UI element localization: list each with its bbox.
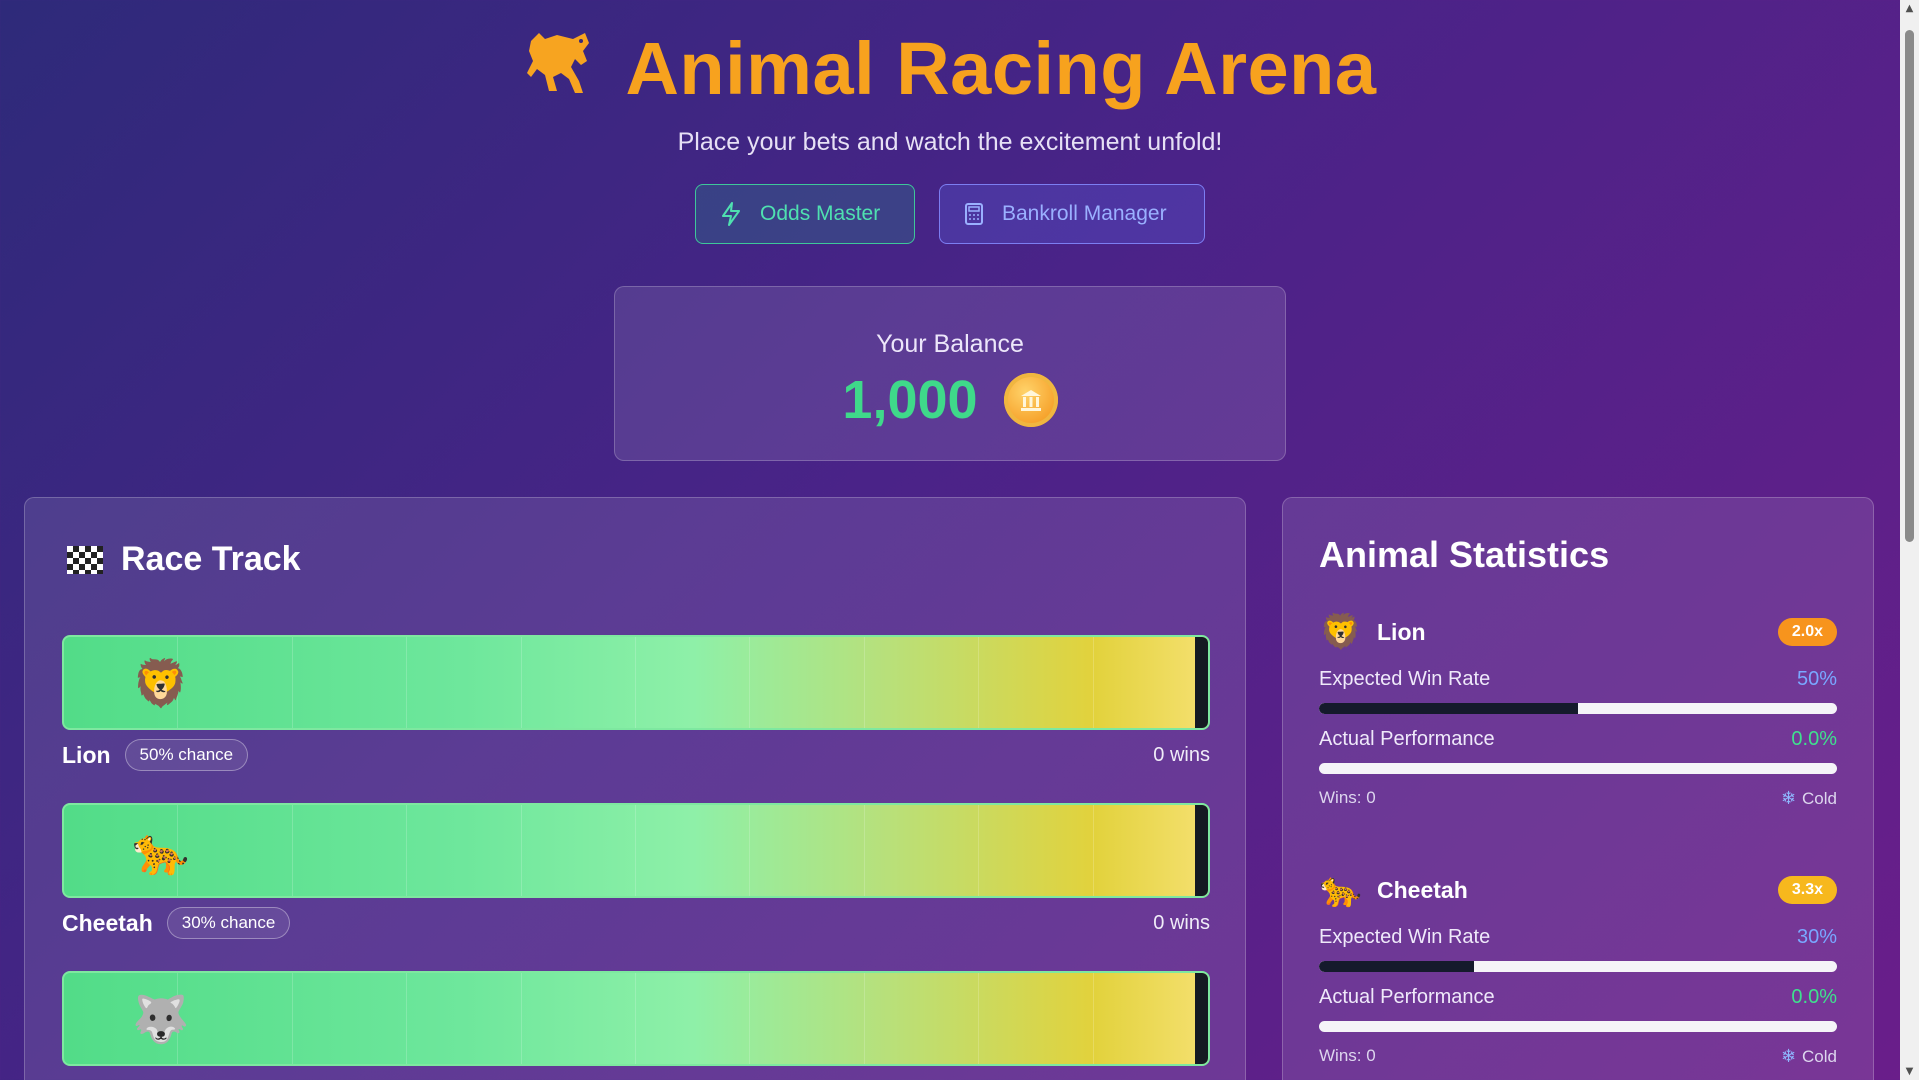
- expected-progress-bar: [1319, 961, 1837, 972]
- status-label: Cold: [1802, 1046, 1837, 1066]
- expected-progress-bar: [1319, 703, 1837, 714]
- expected-progress-fill: [1319, 703, 1578, 714]
- lane-track: 🐺: [62, 971, 1210, 1066]
- page-title: Animal Racing Arena: [625, 26, 1377, 110]
- balance-row: 1,000: [615, 369, 1285, 431]
- actual-label: Actual Performance: [1319, 728, 1495, 750]
- action-buttons: Odds Master Bankroll Manager: [0, 184, 1900, 244]
- lane-info: Cheetah 30% chance 0 wins: [62, 898, 1210, 948]
- stat-animal-name: Lion: [1377, 618, 1426, 645]
- bankroll-manager-label: Bankroll Manager: [1002, 202, 1167, 225]
- stats-title: Animal Statistics: [1319, 534, 1610, 575]
- lane-wins: 0 wins: [1153, 743, 1210, 766]
- lane-name: Cheetah: [62, 909, 153, 936]
- page-subtitle: Place your bets and watch the excitement…: [677, 128, 1223, 156]
- stat-block-cheetah: 🐆 Cheetah 3.3x Expected Win Rate 30% Act…: [1319, 868, 1837, 1067]
- cheetah-icon: 🐆: [1319, 870, 1363, 910]
- animal-statistics-card: Animal Statistics 🦁 Lion 2.0x Expected W…: [1282, 497, 1874, 1080]
- race-lane-cheetah: 🐆 Cheetah 30% chance 0 wins: [62, 803, 1210, 948]
- actual-value: 0.0%: [1791, 986, 1837, 1008]
- header: Animal Racing Arena Place your bets and …: [0, 18, 1900, 244]
- lightning-icon: [722, 202, 740, 226]
- status-label: Cold: [1802, 788, 1837, 808]
- balance-value: 1,000: [842, 370, 978, 430]
- stat-head: 🦁 Lion 2.0x: [1319, 610, 1837, 654]
- snowflake-icon: ❄: [1780, 788, 1797, 808]
- streak-status: ❄ Cold: [1781, 1046, 1837, 1067]
- finish-line: [1195, 973, 1208, 1064]
- expected-label: Expected Win Rate: [1319, 668, 1491, 690]
- scroll-down-arrow-icon[interactable]: ▼: [1900, 1063, 1919, 1080]
- horse-icon: [523, 29, 595, 107]
- wins-count: Wins: 0: [1319, 1046, 1376, 1065]
- expected-win-rate-row: Expected Win Rate 30%: [1319, 926, 1837, 949]
- expected-win-rate-row: Expected Win Rate 50%: [1319, 668, 1837, 691]
- race-lane-wolf: 🐺: [62, 971, 1210, 1066]
- actual-value: 0.0%: [1791, 728, 1837, 750]
- bankroll-manager-button[interactable]: Bankroll Manager: [939, 184, 1205, 244]
- actual-label: Actual Performance: [1319, 986, 1495, 1008]
- race-track-title: Race Track: [121, 540, 301, 578]
- calculator-icon: [965, 203, 983, 225]
- page: Animal Racing Arena Place your bets and …: [0, 0, 1900, 1080]
- actual-progress-bar: [1319, 1021, 1837, 1032]
- finish-line: [1195, 805, 1208, 896]
- balance-label: Your Balance: [876, 330, 1024, 358]
- wins-count: Wins: 0: [1319, 788, 1376, 807]
- stat-block-lion: 🦁 Lion 2.0x Expected Win Rate 50% Actual…: [1319, 610, 1837, 809]
- expected-label: Expected Win Rate: [1319, 926, 1491, 948]
- lane-track: 🦁: [62, 635, 1210, 730]
- snowflake-icon: ❄: [1780, 1046, 1797, 1066]
- race-track-card: Race Track 🦁 Lion 50% chance 0 wins 🐆 Ch…: [24, 497, 1246, 1080]
- expected-progress-fill: [1319, 961, 1475, 972]
- odds-badge: 2.0x: [1777, 618, 1837, 646]
- finish-line: [1195, 637, 1208, 728]
- balance-card: Your Balance 1,000: [614, 286, 1286, 461]
- checkered-flag-icon: [67, 545, 103, 574]
- chance-badge: 50% chance: [124, 739, 249, 771]
- lane-info: Lion 50% chance 0 wins: [62, 730, 1210, 780]
- stat-footer: Wins: 0 ❄ Cold: [1319, 788, 1837, 809]
- lane-grid: [64, 637, 1208, 728]
- expected-value: 30%: [1796, 926, 1837, 948]
- wolf-runner-icon: 🐺: [132, 992, 190, 1046]
- chance-badge: 30% chance: [166, 907, 291, 939]
- expected-value: 50%: [1796, 668, 1837, 690]
- lane-wins: 0 wins: [1153, 911, 1210, 934]
- actual-performance-row: Actual Performance 0.0%: [1319, 728, 1837, 751]
- odds-master-button[interactable]: Odds Master: [695, 184, 915, 244]
- race-track-header: Race Track: [67, 540, 301, 579]
- lane-grid: [64, 973, 1208, 1064]
- actual-progress-bar: [1319, 763, 1837, 774]
- race-lane-lion: 🦁 Lion 50% chance 0 wins: [62, 635, 1210, 780]
- title-row: Animal Racing Arena: [0, 18, 1900, 118]
- coin-icon: [1003, 373, 1058, 427]
- vertical-scrollbar[interactable]: ▲ ▼: [1900, 0, 1919, 1080]
- lion-icon: 🦁: [1319, 612, 1363, 652]
- stat-animal-name: Cheetah: [1377, 876, 1468, 903]
- streak-status: ❄ Cold: [1781, 788, 1837, 809]
- actual-performance-row: Actual Performance 0.0%: [1319, 986, 1837, 1009]
- scroll-up-arrow-icon[interactable]: ▲: [1900, 0, 1919, 17]
- stat-footer: Wins: 0 ❄ Cold: [1319, 1046, 1837, 1067]
- scroll-thumb[interactable]: [1905, 30, 1914, 542]
- lane-track: 🐆: [62, 803, 1210, 898]
- stat-head: 🐆 Cheetah 3.3x: [1319, 868, 1837, 912]
- cheetah-runner-icon: 🐆: [132, 824, 190, 878]
- odds-badge: 3.3x: [1777, 876, 1837, 904]
- lane-name: Lion: [62, 741, 111, 768]
- odds-master-label: Odds Master: [760, 202, 881, 225]
- lane-grid: [64, 805, 1208, 896]
- lion-runner-icon: 🦁: [132, 656, 190, 710]
